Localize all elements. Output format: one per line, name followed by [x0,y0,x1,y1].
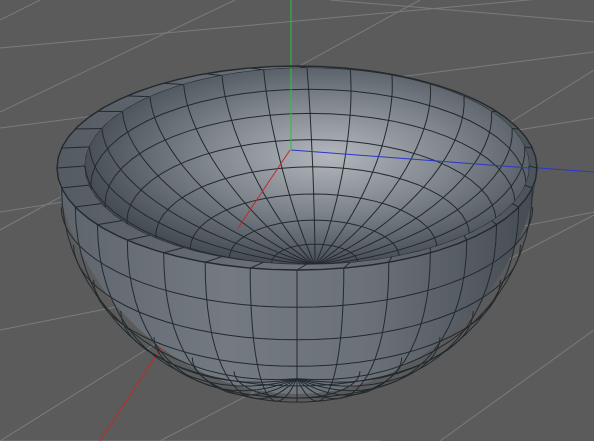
bowl-mesh[interactable] [56,65,538,403]
3d-viewport[interactable] [0,0,594,441]
grid-line [0,0,534,49]
grid-line [0,0,41,21]
grid-line [439,329,594,441]
viewport-canvas[interactable] [0,0,594,441]
grid-line [329,0,594,23]
